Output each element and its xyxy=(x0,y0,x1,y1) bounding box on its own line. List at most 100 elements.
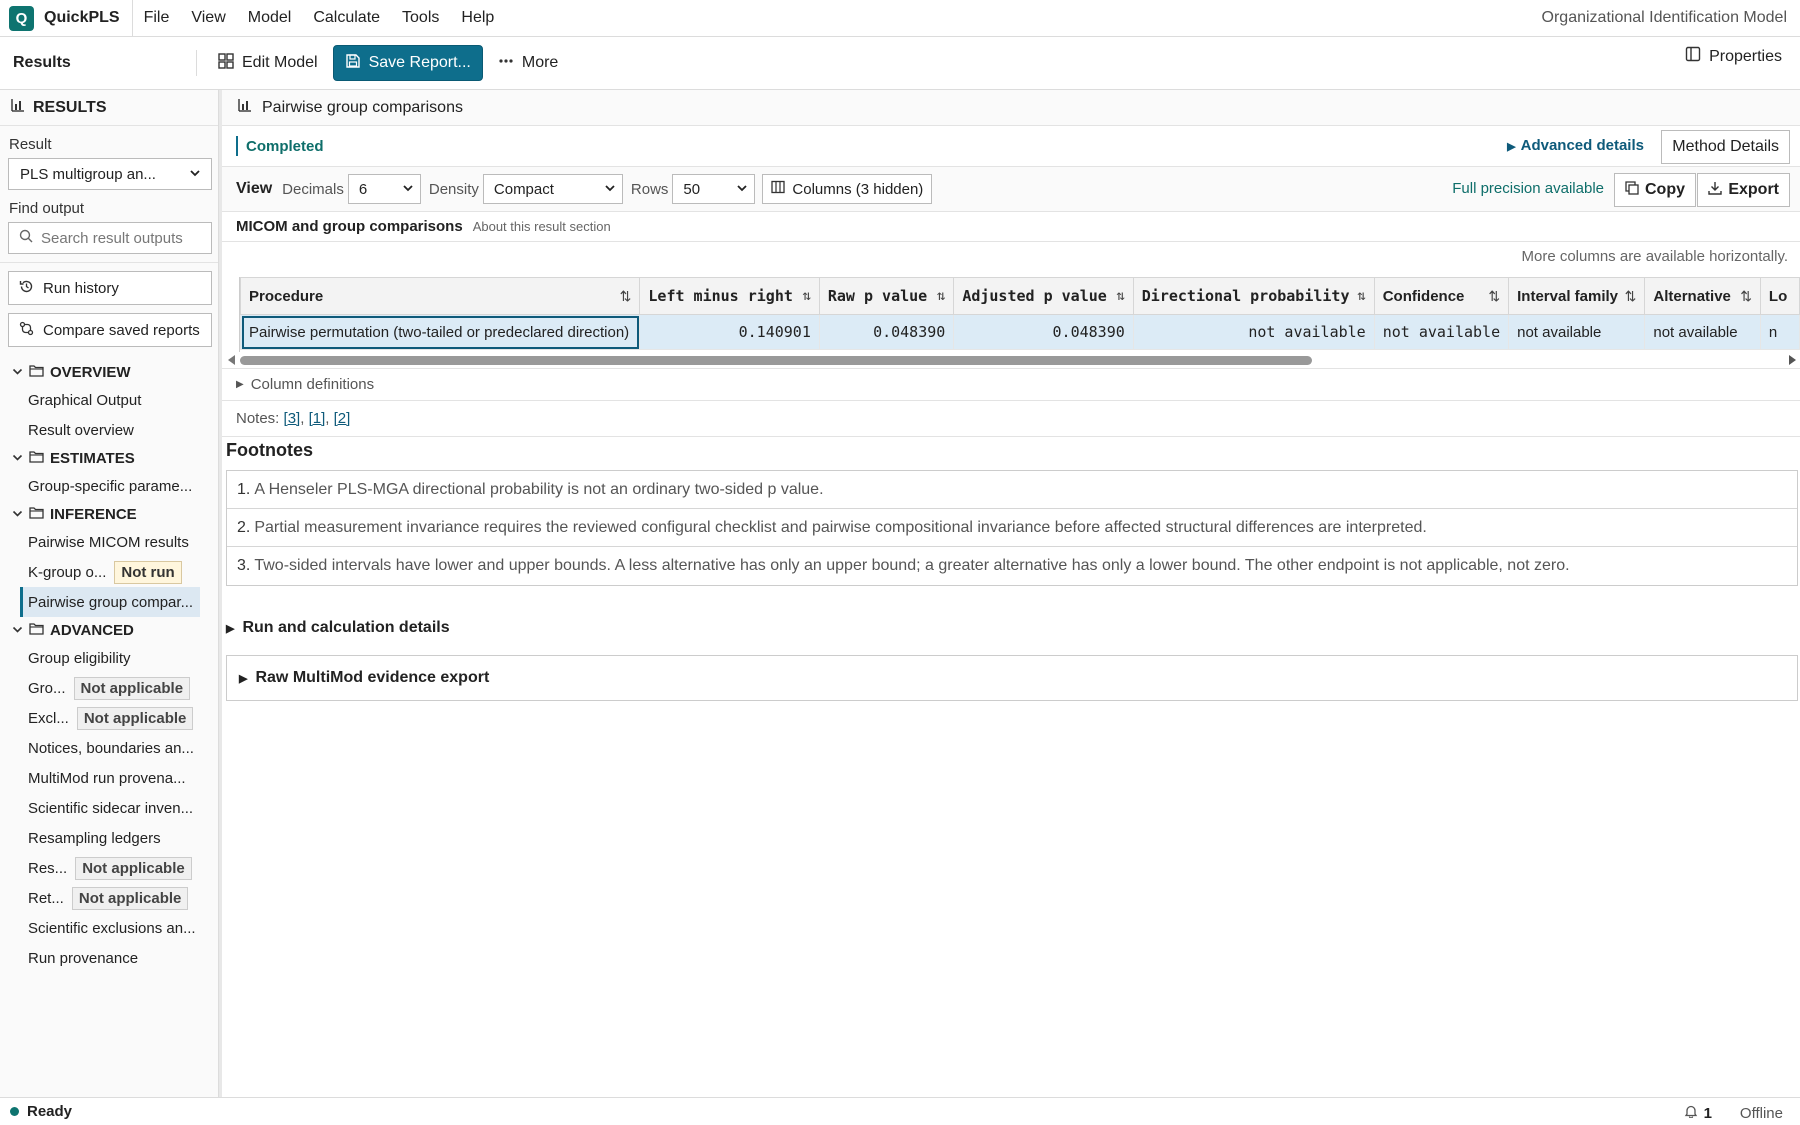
tree-group-inference[interactable]: INFERENCE xyxy=(0,501,218,527)
tree-group-estimates[interactable]: ESTIMATES xyxy=(0,445,218,471)
edit-model-button[interactable]: Edit Model xyxy=(209,45,327,81)
note-link-2[interactable]: [2] xyxy=(334,410,351,427)
note-link-1[interactable]: [1] xyxy=(309,410,326,427)
table-cell[interactable]: not available xyxy=(1132,314,1375,350)
copy-button[interactable]: Copy xyxy=(1614,173,1696,207)
menu-help[interactable]: Help xyxy=(450,9,505,27)
sidebar-item-multimod-provenance[interactable]: MultiMod run provena... xyxy=(0,763,218,793)
search-outputs-input[interactable]: Search result outputs xyxy=(8,222,212,254)
sort-icon[interactable]: ⇅ xyxy=(1116,288,1124,304)
sidebar-item-notices[interactable]: Notices, boundaries an... xyxy=(0,733,218,763)
column-header-left-minus-right[interactable]: Left minus right ⇅ xyxy=(639,277,820,315)
sidebar-item-sidecar-inventory[interactable]: Scientific sidecar inven... xyxy=(0,793,218,823)
offline-status: Offline xyxy=(1739,1104,1783,1122)
export-button[interactable]: Export xyxy=(1697,173,1790,207)
chevron-down-icon xyxy=(736,181,748,198)
search-icon xyxy=(19,229,33,247)
raw-export-toggle[interactable]: ▶ Raw MultiMod evidence export xyxy=(226,655,1798,701)
folder-icon xyxy=(29,450,44,467)
scrollbar-track[interactable] xyxy=(240,356,1786,365)
advanced-details-link[interactable]: ▶ Advanced details xyxy=(1507,137,1644,154)
sidebar-item-group-specific-parameters[interactable]: Group-specific parame... xyxy=(0,471,218,501)
sidebar-item-pairwise-micom[interactable]: Pairwise MICOM results xyxy=(0,527,218,557)
app-name: QuickPLS xyxy=(44,9,120,26)
sidebar-item-label: Group-specific parame... xyxy=(28,477,193,495)
status-row: Completed ▶ Advanced details Method Detai… xyxy=(222,126,1800,167)
sort-icon[interactable]: ⇅ xyxy=(1488,288,1500,305)
column-header-directional-probability[interactable]: Directional probability ⇅ xyxy=(1132,277,1375,315)
sidebar-item-resampling-ledgers[interactable]: Resampling ledgers xyxy=(0,823,218,853)
export-label: Export xyxy=(1728,181,1779,198)
density-select[interactable]: Compact xyxy=(482,174,623,204)
scrollbar-thumb[interactable] xyxy=(240,356,1312,365)
menu-calculate[interactable]: Calculate xyxy=(302,9,391,27)
footnote-number: 2. xyxy=(237,518,251,536)
tree-group-advanced[interactable]: ADVANCED xyxy=(0,617,218,643)
compare-reports-button[interactable]: Compare saved reports xyxy=(8,313,212,347)
sidebar-item-result-overview[interactable]: Result overview xyxy=(0,415,218,445)
column-header-raw-p[interactable]: Raw p value ⇅ xyxy=(818,277,955,315)
sort-icon[interactable]: ⇅ xyxy=(1357,288,1365,304)
sidebar-item-scientific-exclusions[interactable]: Scientific exclusions an... xyxy=(0,913,218,943)
column-header-label: Confidence xyxy=(1382,287,1465,305)
notifications-button[interactable]: 1 xyxy=(1684,1104,1712,1122)
compare-icon xyxy=(19,321,34,340)
table-cell[interactable]: 0.048390 xyxy=(953,314,1134,350)
sort-icon[interactable]: ⇅ xyxy=(802,288,810,304)
sidebar-item-res[interactable]: Res... Not applicable xyxy=(0,853,218,883)
column-header-interval-family[interactable]: Interval family ⇅ xyxy=(1508,277,1646,315)
sidebar-item-excl[interactable]: Excl... Not applicable xyxy=(0,703,218,733)
note-link-3[interactable]: [3] xyxy=(284,410,301,427)
table-cell[interactable]: Pairwise permutation (two-tailed or pred… xyxy=(240,314,641,350)
run-details-toggle[interactable]: ▶ Run and calculation details xyxy=(226,610,1798,646)
run-history-button[interactable]: Run history xyxy=(8,271,212,305)
menu-tools[interactable]: Tools xyxy=(391,9,450,27)
scroll-right-icon[interactable] xyxy=(1789,355,1796,365)
table-row[interactable]: Pairwise permutation (two-tailed or pred… xyxy=(240,314,1800,350)
menu-model[interactable]: Model xyxy=(237,9,303,27)
results-label: Results xyxy=(13,54,71,71)
columns-button[interactable]: Columns (3 hidden) xyxy=(762,174,933,204)
column-header-truncated[interactable]: Lo xyxy=(1759,277,1800,315)
scroll-left-icon[interactable] xyxy=(228,355,235,365)
column-header-confidence[interactable]: Confidence ⇅ xyxy=(1373,277,1510,315)
sidebar-item-run-provenance[interactable]: Run provenance xyxy=(0,943,218,973)
table-cell[interactable]: not available xyxy=(1644,314,1761,350)
tree-group-overview[interactable]: OVERVIEW xyxy=(0,359,218,385)
sidebar-item-gro[interactable]: Gro... Not applicable xyxy=(0,673,218,703)
sort-icon[interactable]: ⇅ xyxy=(1625,288,1637,305)
sort-icon[interactable]: ⇅ xyxy=(937,288,945,304)
sidebar-item-k-group[interactable]: K-group o... Not run xyxy=(0,557,218,587)
menu-file[interactable]: File xyxy=(133,9,181,27)
result-select[interactable]: PLS multigroup an... xyxy=(8,158,212,190)
footnote-text: Partial measurement invariance requires … xyxy=(254,518,1427,536)
sort-icon[interactable]: ⇅ xyxy=(620,288,632,305)
more-button[interactable]: More xyxy=(489,45,567,81)
horizontal-scrollbar[interactable] xyxy=(228,353,1800,367)
about-section-link[interactable]: About this result section xyxy=(473,219,611,234)
rows-select[interactable]: 50 xyxy=(672,174,756,204)
table-cell[interactable]: 0.048390 xyxy=(818,314,955,350)
method-details-button[interactable]: Method Details xyxy=(1661,130,1790,164)
column-definitions-toggle[interactable]: ▶ Column definitions xyxy=(222,368,1800,401)
sidebar-item-graphical-output[interactable]: Graphical Output xyxy=(0,385,218,415)
column-header-alternative[interactable]: Alternative ⇅ xyxy=(1644,277,1761,315)
decimals-select[interactable]: 6 xyxy=(347,174,421,204)
sidebar-item-ret[interactable]: Ret... Not applicable xyxy=(0,883,218,913)
table-cell[interactable]: not available xyxy=(1508,314,1646,350)
column-header-adjusted-p[interactable]: Adjusted p value ⇅ xyxy=(953,277,1134,315)
column-header-procedure[interactable]: Procedure ⇅ xyxy=(240,277,641,315)
folder-icon xyxy=(29,364,44,381)
save-report-button[interactable]: Save Report... xyxy=(332,45,483,81)
table-cell[interactable]: n xyxy=(1759,314,1800,350)
menu-view[interactable]: View xyxy=(180,9,236,27)
sidebar-item-pairwise-group-comparisons[interactable]: Pairwise group compar... xyxy=(20,587,200,617)
compare-reports-label: Compare saved reports xyxy=(43,321,200,339)
sidebar-item-group-eligibility[interactable]: Group eligibility xyxy=(0,643,218,673)
properties-button[interactable]: Properties xyxy=(1685,46,1782,67)
table-cell[interactable]: 0.140901 xyxy=(639,314,820,350)
status-badge: Not applicable xyxy=(73,676,191,700)
table-cell[interactable]: not available xyxy=(1373,314,1510,350)
sort-icon[interactable]: ⇅ xyxy=(1740,288,1752,305)
footnote-item: 2. Partial measurement invariance require… xyxy=(227,509,1797,547)
